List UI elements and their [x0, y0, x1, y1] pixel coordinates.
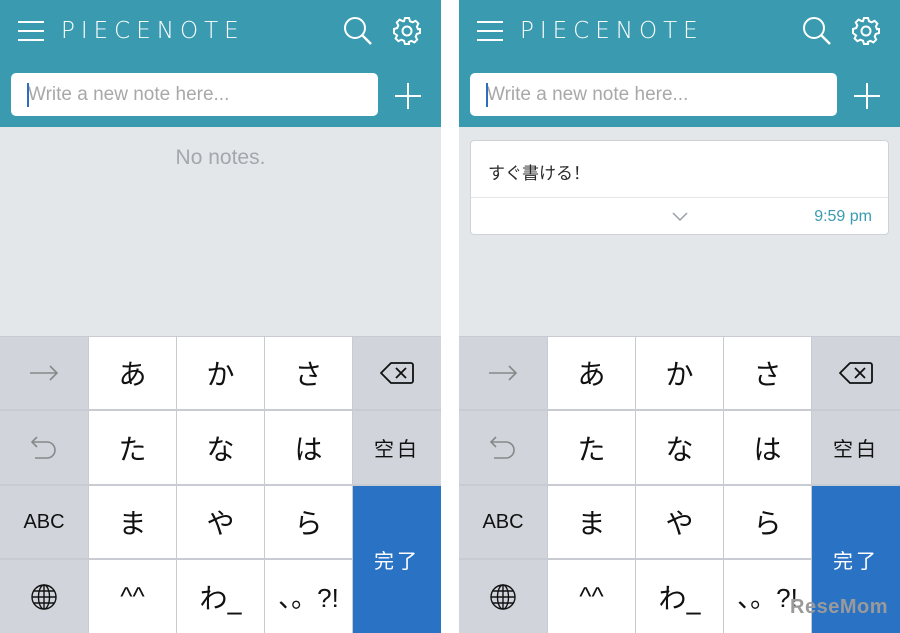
- key-a[interactable]: あ: [89, 337, 176, 409]
- gear-icon[interactable]: [392, 16, 422, 46]
- undo-icon: [489, 435, 515, 459]
- key-na[interactable]: な: [636, 411, 723, 484]
- abc-key[interactable]: ABC: [459, 486, 547, 558]
- backspace-icon: [839, 362, 873, 384]
- undo-key[interactable]: [0, 411, 88, 484]
- space-key[interactable]: 空白: [353, 411, 441, 484]
- globe-icon: [490, 583, 516, 610]
- delete-key[interactable]: [812, 337, 900, 409]
- app-header: PIECENOTE: [459, 0, 900, 127]
- key-ra[interactable]: ら: [724, 486, 811, 558]
- key-ha[interactable]: は: [724, 411, 811, 484]
- next-key[interactable]: [0, 337, 88, 409]
- key-ta[interactable]: た: [548, 411, 635, 484]
- key-wa[interactable]: わ_: [177, 560, 264, 633]
- note-text: すぐ書ける！: [488, 164, 590, 184]
- key-ka[interactable]: か: [177, 337, 264, 409]
- globe-icon: [31, 583, 57, 610]
- key-na[interactable]: な: [177, 411, 264, 484]
- key-emoticon[interactable]: ^^: [548, 560, 635, 633]
- gear-icon[interactable]: [851, 16, 881, 46]
- done-key[interactable]: 完了: [353, 486, 441, 633]
- key-ya[interactable]: や: [177, 486, 264, 558]
- key-ta[interactable]: た: [89, 411, 176, 484]
- key-ma[interactable]: ま: [548, 486, 635, 558]
- delete-key[interactable]: [353, 337, 441, 409]
- note-card[interactable]: すぐ書ける！ 9:59 pm: [470, 140, 889, 235]
- key-ya[interactable]: や: [636, 486, 723, 558]
- key-ma[interactable]: ま: [89, 486, 176, 558]
- key-ka[interactable]: か: [636, 337, 723, 409]
- hamburger-menu-icon[interactable]: [476, 20, 504, 42]
- note-divider: [471, 197, 888, 198]
- resemom-watermark: ReseMom: [790, 596, 888, 618]
- key-sa[interactable]: さ: [265, 337, 352, 409]
- arrow-right-icon: [30, 365, 59, 381]
- key-wa[interactable]: わ_: [636, 560, 723, 633]
- abc-key-label: ABC: [482, 510, 524, 533]
- note-timestamp: 9:59 pm: [814, 208, 872, 225]
- next-key[interactable]: [459, 337, 547, 409]
- empty-notes-message: No notes.: [175, 146, 266, 169]
- plus-icon[interactable]: [394, 82, 422, 110]
- backspace-icon: [380, 362, 414, 384]
- key-punctuation[interactable]: 、。?!: [265, 560, 352, 633]
- key-sa[interactable]: さ: [724, 337, 811, 409]
- key-ra[interactable]: ら: [265, 486, 352, 558]
- undo-key[interactable]: [459, 411, 547, 484]
- abc-key[interactable]: ABC: [0, 486, 88, 558]
- search-icon[interactable]: [802, 16, 832, 46]
- japanese-keyboard: ABC あ か さ た な は ま や ら ^^ わ_ 、。?! 空白 完了: [0, 336, 441, 633]
- app-title: PIECENOTE: [61, 18, 245, 44]
- app-header: PIECENOTE: [0, 0, 441, 127]
- globe-key[interactable]: [0, 560, 88, 633]
- key-ha[interactable]: は: [265, 411, 352, 484]
- new-note-input[interactable]: [470, 73, 837, 116]
- search-icon[interactable]: [343, 16, 373, 46]
- plus-icon[interactable]: [853, 82, 881, 110]
- undo-icon: [30, 435, 56, 459]
- new-note-input[interactable]: [11, 73, 378, 116]
- app-title: PIECENOTE: [520, 18, 704, 44]
- globe-key[interactable]: [459, 560, 547, 633]
- chevron-down-icon[interactable]: [671, 211, 689, 223]
- space-key[interactable]: 空白: [812, 411, 900, 484]
- key-emoticon[interactable]: ^^: [89, 560, 176, 633]
- text-caret: [486, 83, 488, 107]
- text-caret: [27, 83, 29, 107]
- hamburger-menu-icon[interactable]: [17, 20, 45, 42]
- abc-key-label: ABC: [23, 510, 65, 533]
- japanese-keyboard: ABC あ か さ た な は ま や ら ^^ わ_ 、。?! 空白 完了: [459, 336, 900, 633]
- phone-screen-left: PIECENOTE No notes. ABC: [0, 0, 441, 633]
- key-a[interactable]: あ: [548, 337, 635, 409]
- arrow-right-icon: [489, 365, 518, 381]
- phone-screen-right: PIECENOTE すぐ書ける！ 9:59 pm ABC: [459, 0, 900, 633]
